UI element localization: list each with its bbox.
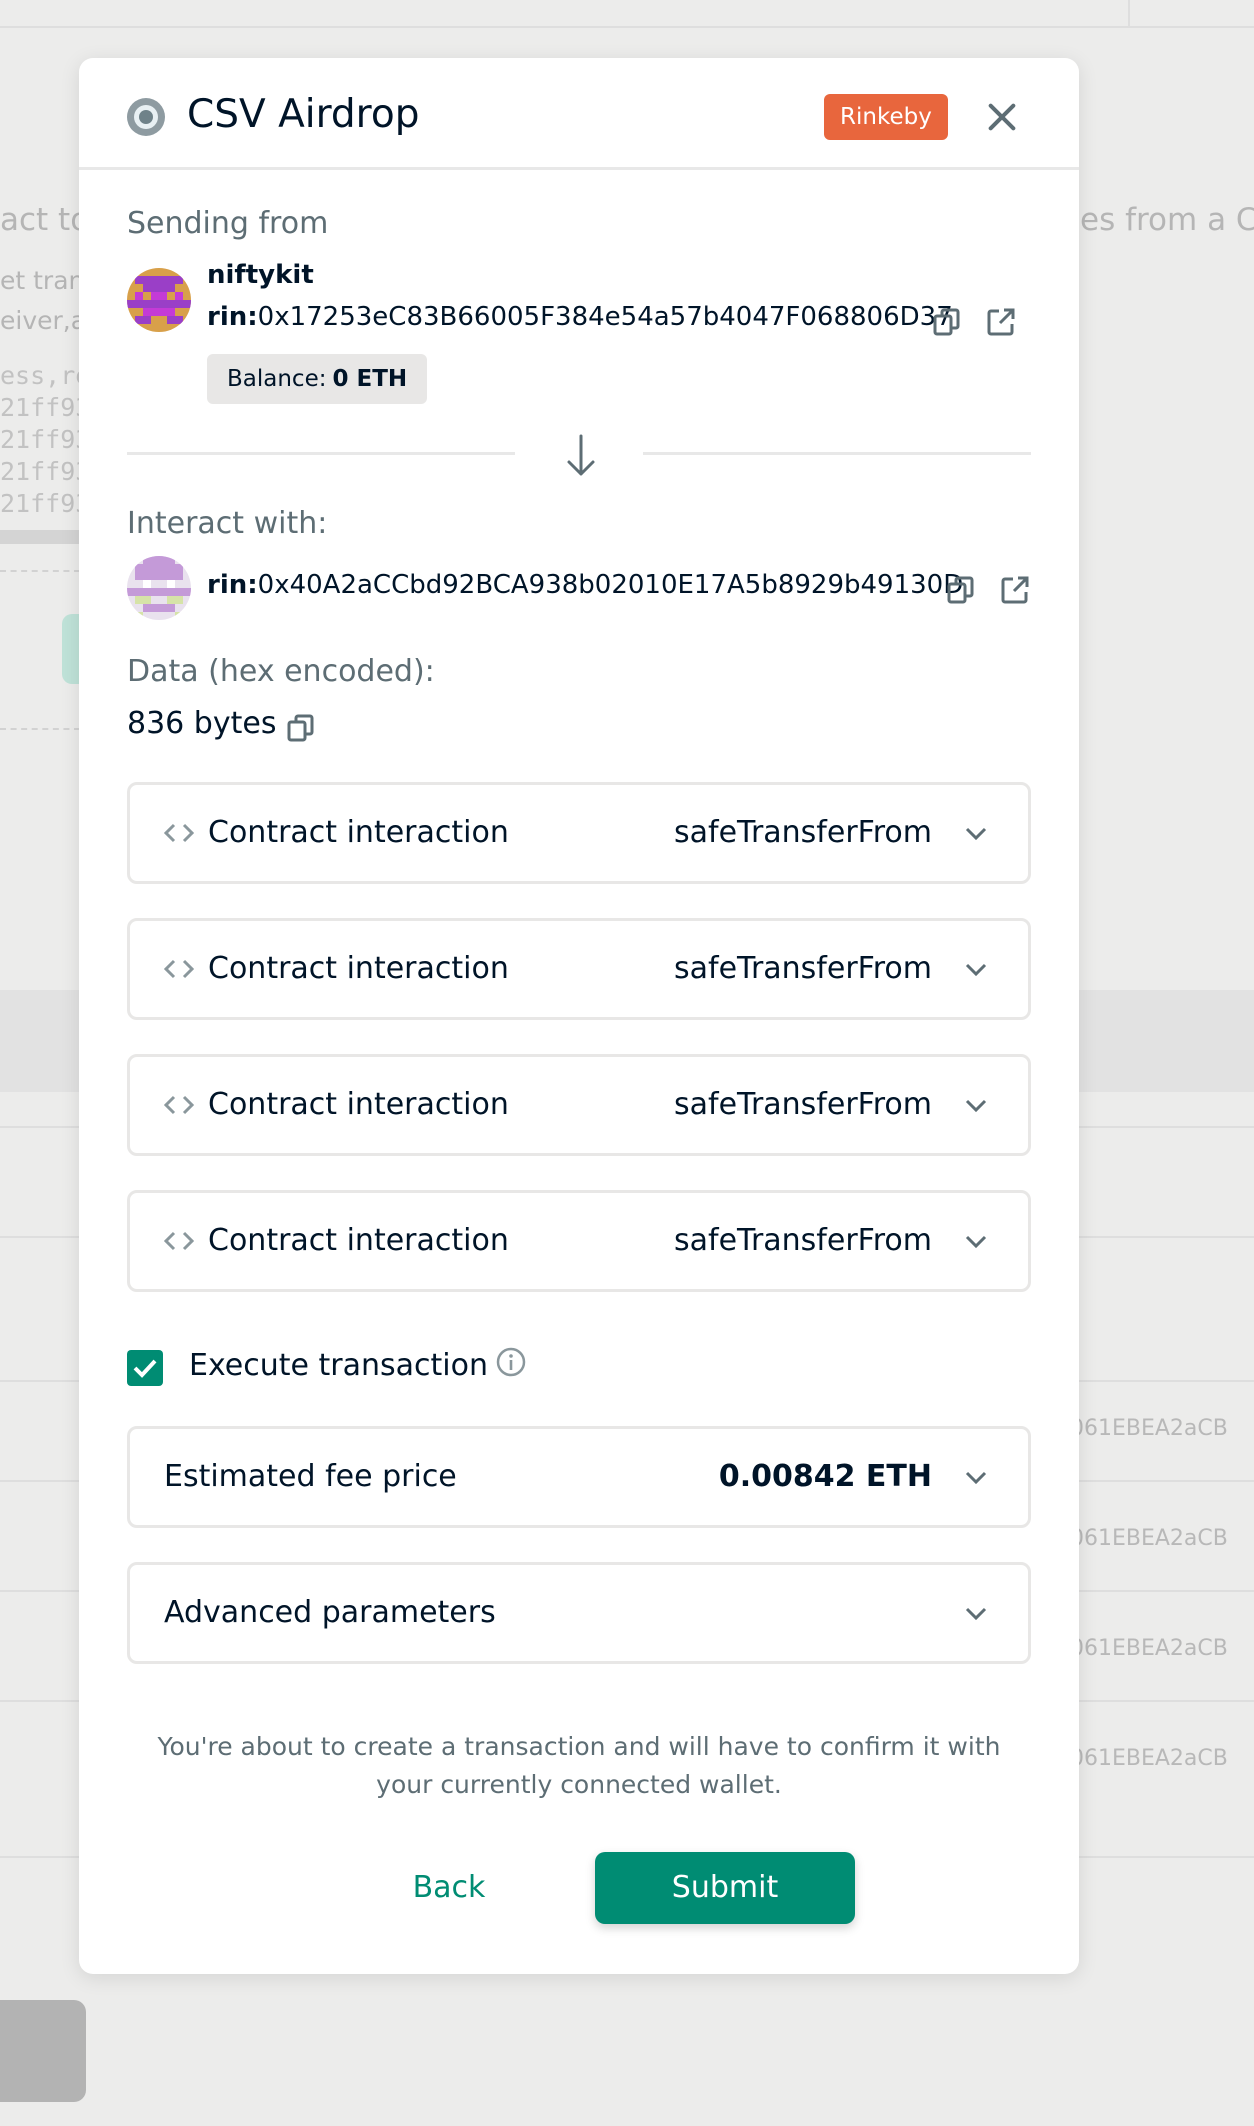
chevron-down-icon xyxy=(965,1099,987,1113)
estimated-fee-label: Estimated fee price xyxy=(164,1459,457,1494)
copy-icon[interactable] xyxy=(945,574,977,606)
close-icon[interactable] xyxy=(983,98,1021,136)
sender-avatar xyxy=(127,268,191,332)
recipient-address: rin:0x40A2aCCbd92BCA938b02010E17A5b8929b… xyxy=(207,570,963,600)
interaction-label: Contract interaction xyxy=(208,1223,509,1258)
execute-transaction-label: Execute transaction xyxy=(189,1348,488,1383)
interaction-method: safeTransferFrom xyxy=(674,815,932,850)
estimated-fee-row[interactable]: Estimated fee price 0.00842 ETH xyxy=(127,1426,1031,1528)
sender-name: niftykit xyxy=(207,260,314,290)
interaction-label: Contract interaction xyxy=(208,815,509,850)
interaction-method: safeTransferFrom xyxy=(674,1087,932,1122)
background-code: ess,re xyxy=(0,361,91,390)
background-text: act to xyxy=(0,202,90,238)
copy-icon[interactable] xyxy=(285,712,317,744)
background-scrollbar xyxy=(0,530,80,544)
csv-airdrop-modal: CSV Airdrop Rinkeby Sending from niftyki… xyxy=(79,58,1079,1974)
sender-address-value: 0x17253eC83B66005F384e54a57b4047F068806D… xyxy=(257,302,953,332)
background-address: 061EBEA2aCB xyxy=(1070,1416,1228,1441)
submit-button[interactable]: Submit xyxy=(595,1852,855,1924)
external-link-icon[interactable] xyxy=(985,306,1017,338)
arrow-down-icon xyxy=(567,434,595,476)
background-divider xyxy=(0,728,80,730)
back-button[interactable]: Back xyxy=(369,1852,529,1924)
advanced-parameters-row[interactable]: Advanced parameters xyxy=(127,1562,1031,1664)
background-address: 061EBEA2aCB xyxy=(1070,1636,1228,1661)
chevron-down-icon xyxy=(965,1471,987,1485)
interact-with-label: Interact with: xyxy=(127,506,328,541)
contract-interaction-row[interactable]: Contract interaction safeTransferFrom xyxy=(127,1190,1031,1292)
code-icon xyxy=(164,1231,194,1251)
background-button xyxy=(0,2000,86,2102)
recipient-address-value: 0x40A2aCCbd92BCA938b02010E17A5b8929b4913… xyxy=(257,570,964,600)
section-divider xyxy=(643,452,1031,455)
recipient-avatar xyxy=(127,556,191,620)
balance-value: 0 ETH xyxy=(332,366,408,392)
sender-identicon-icon xyxy=(127,268,191,332)
interaction-method: safeTransferFrom xyxy=(674,951,932,986)
modal-title: CSV Airdrop xyxy=(187,92,420,137)
chevron-down-icon xyxy=(965,1235,987,1249)
background-code: 21ff93 xyxy=(0,393,91,422)
data-label: Data (hex encoded): xyxy=(127,654,435,689)
sending-from-label: Sending from xyxy=(127,206,329,241)
interaction-label: Contract interaction xyxy=(208,951,509,986)
background-address: 061EBEA2aCB xyxy=(1070,1526,1228,1551)
balance-pill: Balance: 0 ETH xyxy=(207,354,428,404)
checkmark-icon xyxy=(133,1359,157,1378)
copy-icon[interactable] xyxy=(931,306,963,338)
data-size: 836 bytes xyxy=(127,706,277,741)
interaction-label: Contract interaction xyxy=(208,1087,509,1122)
balance-label: Balance: xyxy=(227,366,327,392)
recipient-identicon-icon xyxy=(127,556,191,620)
chevron-down-icon xyxy=(965,1607,987,1621)
execute-transaction-checkbox[interactable] xyxy=(127,1350,163,1386)
background-divider xyxy=(0,26,1254,28)
network-badge: Rinkeby xyxy=(824,94,948,140)
background-code: 21ff93 xyxy=(0,425,91,454)
background-divider xyxy=(1128,0,1130,28)
sender-address: rin:0x17253eC83B66005F384e54a57b4047F068… xyxy=(207,302,953,332)
estimated-fee-value: 0.00842 ETH xyxy=(718,1459,932,1494)
background-code: 21ff93 xyxy=(0,489,91,518)
advanced-parameters-label: Advanced parameters xyxy=(164,1595,496,1630)
background-divider xyxy=(0,570,80,572)
chevron-down-icon xyxy=(965,963,987,977)
section-divider xyxy=(127,452,515,455)
code-icon xyxy=(164,959,194,979)
sender-network-prefix: rin: xyxy=(207,302,258,332)
contract-interaction-row[interactable]: Contract interaction safeTransferFrom xyxy=(127,782,1031,884)
recipient-network-prefix: rin: xyxy=(207,570,258,600)
app-logo-icon xyxy=(127,98,165,136)
contract-interaction-row[interactable]: Contract interaction safeTransferFrom xyxy=(127,1054,1031,1156)
code-icon xyxy=(164,1095,194,1115)
interaction-method: safeTransferFrom xyxy=(674,1223,932,1258)
code-icon xyxy=(164,823,194,843)
external-link-icon[interactable] xyxy=(999,574,1031,606)
contract-interaction-row[interactable]: Contract interaction safeTransferFrom xyxy=(127,918,1031,1020)
background-text: eiver,a xyxy=(0,306,87,335)
modal-header: CSV Airdrop Rinkeby xyxy=(79,58,1079,170)
background-code: 21ff93 xyxy=(0,457,91,486)
background-address: 061EBEA2aCB xyxy=(1070,1746,1228,1771)
confirmation-notice: You're about to create a transaction and… xyxy=(157,1732,1001,1799)
background-text: es from a CS xyxy=(1080,202,1254,238)
info-icon[interactable] xyxy=(495,1346,527,1378)
chevron-down-icon xyxy=(965,827,987,841)
